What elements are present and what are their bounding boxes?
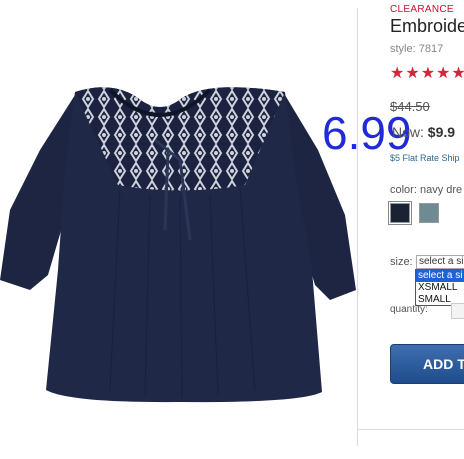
add-to-bag-button[interactable]: ADD T — [390, 344, 464, 384]
rating-stars[interactable]: ★★★★★ — [390, 63, 464, 83]
original-price: $44.50 — [390, 99, 430, 114]
now-label: Now: — [392, 124, 424, 140]
now-price: $9.9 — [427, 124, 456, 140]
size-option[interactable]: XSMALL — [416, 282, 464, 294]
sale-price: Now: $9.9 — [392, 124, 455, 140]
clearance-badge: CLEARANCE — [390, 4, 454, 15]
size-dropdown-list[interactable]: select a si XSMALL SMALL — [415, 269, 464, 306]
blouse-photo — [0, 87, 356, 403]
quantity-input[interactable] — [451, 303, 464, 319]
product-image[interactable] — [0, 0, 356, 454]
style-number: style: 7817 — [390, 43, 444, 55]
quantity-label: quantity: — [390, 304, 428, 315]
color-swatch-navy[interactable] — [388, 201, 412, 225]
size-select[interactable]: select a si — [416, 255, 464, 269]
product-title: Embroide — [390, 16, 464, 36]
divider — [357, 8, 358, 446]
size-option[interactable]: select a si — [416, 270, 464, 282]
color-swatch-gray[interactable] — [419, 203, 439, 223]
shipping-link[interactable]: $5 Flat Rate Ship — [390, 153, 460, 163]
divider — [358, 429, 464, 430]
color-label: color: navy dre — [390, 184, 463, 196]
size-label: size: — [390, 256, 413, 268]
